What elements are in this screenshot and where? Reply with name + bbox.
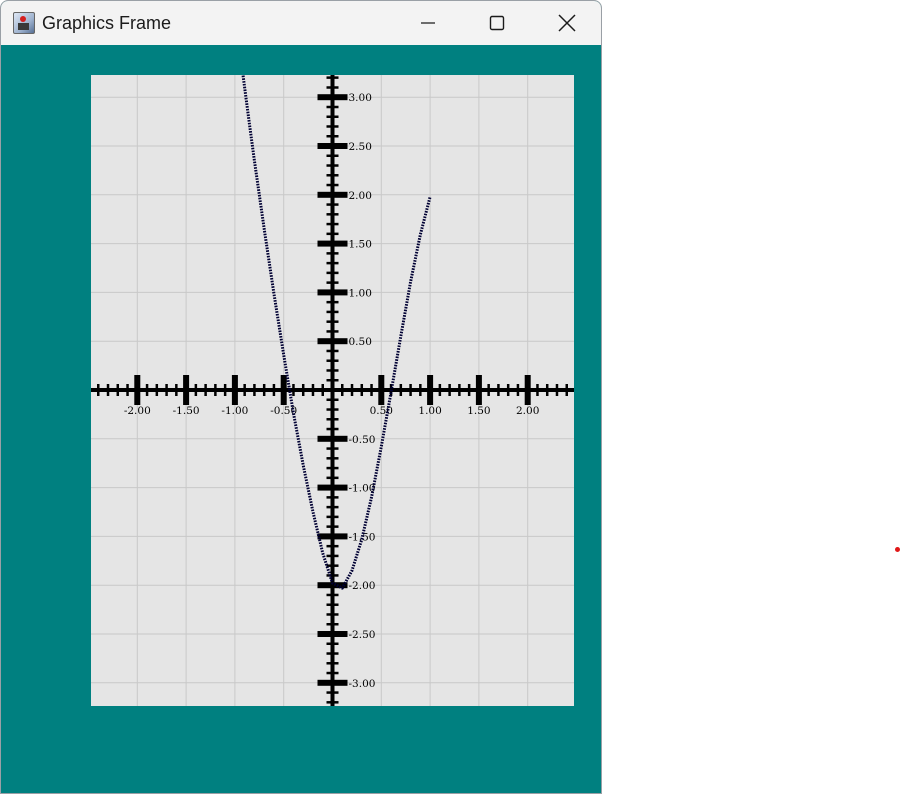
y-major-tick [317,289,348,296]
x-major-tick [427,375,434,405]
x-major-tick [475,375,482,405]
y-major-tick [317,143,348,149]
y-tick-label: 2.00 [349,190,372,202]
y-tick-label: 2.50 [349,141,372,153]
y-major-tick [317,679,348,686]
window-title: Graphics Frame [42,12,172,33]
x-tick-label: 2.00 [516,405,539,417]
y-major-tick [317,631,348,637]
x-major-tick [231,375,238,405]
x-tick-label: -1.00 [221,405,248,417]
y-major-tick [317,191,348,198]
maximize-icon [489,15,505,31]
maximize-button[interactable] [474,1,520,45]
plot-canvas[interactable]: -2.00 -1.50 -1.00 -0.50 0.50 1.00 1.50 2.00 3.00… [91,75,574,706]
y-tick-label: -2.50 [349,629,376,641]
y-tick-label: 3.00 [349,92,372,104]
y-tick-label: 1.00 [349,287,372,299]
x-tick-label: 1.00 [418,405,441,417]
title-bar[interactable]: Graphics Frame [1,1,601,45]
y-major-tick [317,240,348,247]
x-major-tick [183,375,190,405]
x-major-tick [524,375,531,405]
y-tick-label: 0.50 [349,336,372,348]
java-duke-icon[interactable] [13,12,35,34]
x-major-tick [134,375,141,405]
red-dot [895,547,900,552]
y-major-tick [317,533,348,540]
x-tick-label: -1.50 [173,405,200,417]
y-major-tick [317,435,348,442]
chart-svg: -2.00 -1.50 -1.00 -0.50 0.50 1.00 1.50 2.00 3.00… [91,75,574,706]
x-tick-label: 1.50 [467,405,490,417]
x-major-tick [378,375,385,405]
y-major-tick [317,94,348,101]
close-button[interactable] [544,1,590,45]
y-tick-label: -2.00 [349,580,376,592]
minimize-icon [421,22,435,24]
y-major-tick [317,338,348,345]
graphics-frame-window: Graphics Frame -2.00 -1.50 -1.00 -0.50 0.50 1… [0,0,602,794]
close-icon [558,14,576,32]
x-tick-label: -2.00 [124,405,151,417]
y-major-tick [317,484,348,491]
y-tick-label: -0.50 [349,434,376,446]
y-tick-label: 1.50 [349,239,372,251]
x-major-tick [280,375,287,405]
y-tick-label: -3.00 [349,678,376,690]
minimize-button[interactable] [405,1,451,45]
